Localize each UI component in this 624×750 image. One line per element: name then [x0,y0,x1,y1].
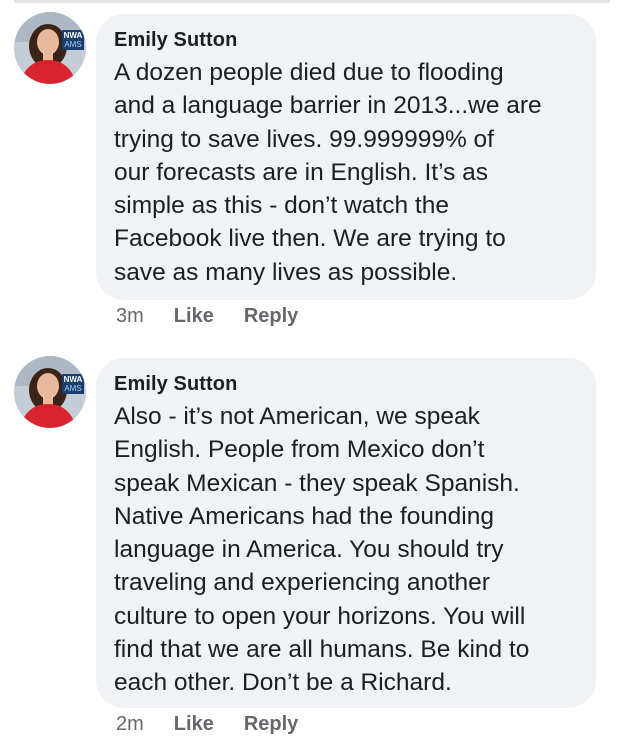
avatar-image: NWA AMS [14,356,86,428]
comment-actions: 2m Like Reply [116,710,298,738]
comment-author[interactable]: Emily Sutton [114,370,578,398]
avatar-badge-bottom: AMS [64,384,81,393]
comment-text: Also - it’s not American, we speak Engli… [114,403,530,697]
avatar-badge-top: NWA [64,375,83,384]
comment-text: A dozen people died due to flooding and … [114,59,542,286]
avatar[interactable]: NWA AMS [14,12,86,84]
avatar-image: NWA AMS [14,12,86,84]
reply-button[interactable]: Reply [244,713,298,736]
comment-timestamp[interactable]: 3m [116,305,144,328]
comment-author[interactable]: Emily Sutton [114,26,578,54]
comment-timestamp[interactable]: 2m [116,713,144,736]
comment-bubble: Emily Sutton A dozen people died due to … [96,14,596,300]
avatar[interactable]: NWA AMS [14,356,86,428]
reply-button[interactable]: Reply [244,305,298,328]
avatar-badge-top: NWA [64,31,83,40]
avatar-badge-bottom: AMS [64,40,81,49]
top-divider [14,0,610,3]
like-button[interactable]: Like [174,305,214,328]
comment-actions: 3m Like Reply [116,302,298,330]
like-button[interactable]: Like [174,713,214,736]
comment-bubble: Emily Sutton Also - it’s not American, w… [96,358,596,708]
